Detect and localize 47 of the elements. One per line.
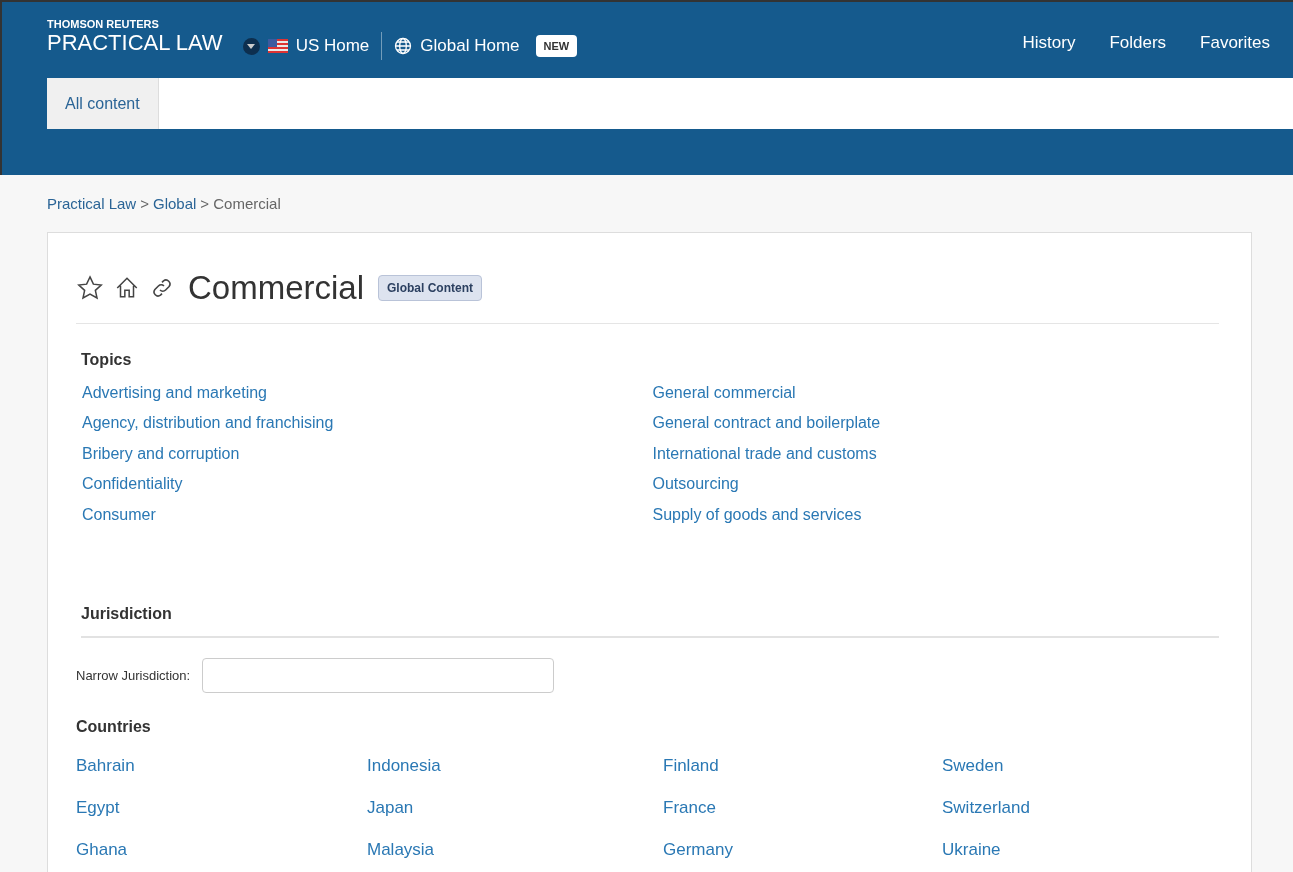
content-tag: Global Content bbox=[378, 274, 483, 301]
new-badge: NEW bbox=[535, 34, 578, 58]
breadcrumb-link[interactable]: Practical Law bbox=[47, 193, 137, 232]
country-link[interactable]: Finland bbox=[663, 755, 942, 777]
scope-button[interactable]: All content bbox=[47, 78, 159, 129]
section-heading: Jurisdiction bbox=[81, 602, 1219, 638]
country-link[interactable]: Bahrain bbox=[76, 755, 367, 777]
country-link[interactable]: Germany bbox=[663, 839, 942, 861]
country-link[interactable]: Ghana bbox=[76, 839, 367, 861]
nav-link[interactable]: History bbox=[1022, 30, 1076, 56]
nav-link[interactable]: Folders bbox=[1109, 30, 1167, 56]
filter-label: Narrow Jurisdiction: bbox=[76, 666, 191, 685]
topic-link[interactable]: Confidentiality bbox=[82, 473, 653, 496]
topic-link[interactable]: Bribery and corruption bbox=[82, 442, 653, 465]
country-link[interactable]: Switzerland bbox=[942, 797, 1223, 819]
topic-link[interactable]: General commercial bbox=[652, 381, 1223, 404]
page-title: Commercial bbox=[188, 268, 365, 308]
star-icon[interactable] bbox=[76, 273, 104, 302]
country-link[interactable]: Japan bbox=[367, 797, 663, 819]
search-field[interactable]: All content bbox=[47, 78, 1293, 129]
country-link[interactable]: Indonesia bbox=[367, 755, 663, 777]
topic-link[interactable]: Outsourcing bbox=[652, 473, 1223, 496]
topic-link[interactable]: General contract and boilerplate bbox=[652, 412, 1223, 435]
flag-icon bbox=[267, 39, 288, 53]
country-link[interactable]: Egypt bbox=[76, 797, 367, 819]
home-link[interactable]: Global Home bbox=[420, 33, 520, 59]
topic-link[interactable]: International trade and customs bbox=[652, 442, 1223, 465]
country-link[interactable]: Malaysia bbox=[367, 839, 663, 861]
section-heading: Topics bbox=[81, 349, 133, 370]
country-link[interactable]: France bbox=[663, 797, 942, 819]
brand-title[interactable]: PRACTICAL LAW bbox=[47, 30, 223, 56]
topic-link[interactable]: Consumer bbox=[82, 503, 653, 526]
country-link[interactable]: Ukraine bbox=[942, 839, 1223, 861]
breadcrumb-text: > bbox=[140, 194, 149, 214]
section-heading: Countries bbox=[76, 717, 152, 737]
country-link[interactable]: Sweden bbox=[942, 755, 1223, 777]
dropdown-icon[interactable] bbox=[242, 37, 260, 55]
jurisdiction-input[interactable] bbox=[202, 658, 555, 693]
topic-link[interactable]: Agency, distribution and franchising bbox=[82, 412, 653, 435]
breadcrumb-link[interactable]: Global bbox=[152, 193, 197, 232]
topic-link[interactable]: Supply of goods and services bbox=[652, 503, 1223, 526]
globe-icon bbox=[394, 37, 413, 55]
home-link[interactable]: US Home bbox=[295, 33, 370, 59]
nav-link[interactable]: Favorites bbox=[1200, 30, 1270, 56]
topic-link[interactable]: Advertising and marketing bbox=[82, 381, 653, 404]
breadcrumb-text: > Comercial bbox=[200, 194, 281, 214]
brand-subtitle: THOMSON REUTERS bbox=[47, 18, 160, 30]
